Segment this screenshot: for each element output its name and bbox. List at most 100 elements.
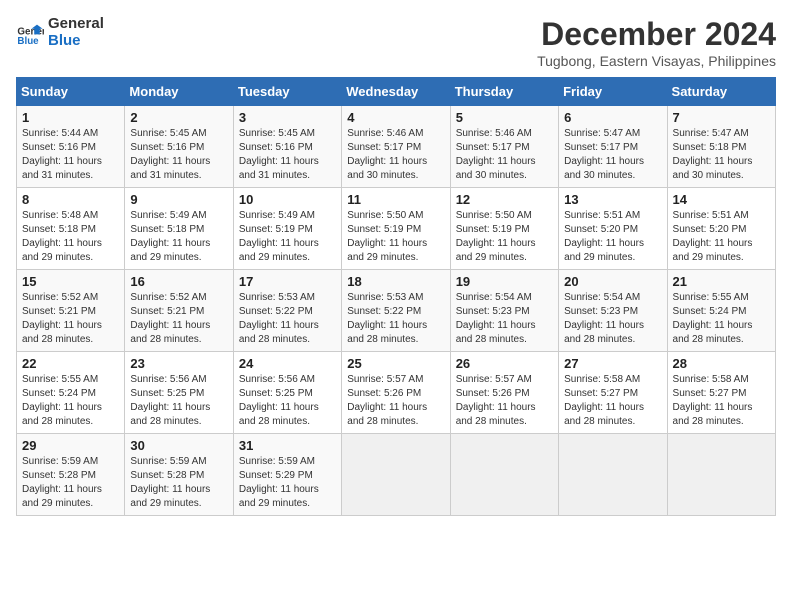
calendar-cell: 24 Sunrise: 5:56 AM Sunset: 5:25 PM Dayl… xyxy=(233,352,341,434)
title-block: December 2024 Tugbong, Eastern Visayas, … xyxy=(537,16,776,69)
day-info: Sunrise: 5:52 AM Sunset: 5:21 PM Dayligh… xyxy=(130,291,227,347)
day-number: 26 xyxy=(456,356,553,371)
calendar-cell: 19 Sunrise: 5:54 AM Sunset: 5:23 PM Dayl… xyxy=(450,270,558,352)
day-info: Sunrise: 5:50 AM Sunset: 5:19 PM Dayligh… xyxy=(456,209,553,265)
calendar-week-4: 22 Sunrise: 5:55 AM Sunset: 5:24 PM Dayl… xyxy=(17,352,776,434)
day-info: Sunrise: 5:52 AM Sunset: 5:21 PM Dayligh… xyxy=(22,291,119,347)
calendar-cell: 23 Sunrise: 5:56 AM Sunset: 5:25 PM Dayl… xyxy=(125,352,233,434)
day-info: Sunrise: 5:49 AM Sunset: 5:18 PM Dayligh… xyxy=(130,209,227,265)
day-number: 4 xyxy=(347,110,444,125)
calendar-week-1: 1 Sunrise: 5:44 AM Sunset: 5:16 PM Dayli… xyxy=(17,106,776,188)
day-info: Sunrise: 5:56 AM Sunset: 5:25 PM Dayligh… xyxy=(130,373,227,429)
calendar-cell: 4 Sunrise: 5:46 AM Sunset: 5:17 PM Dayli… xyxy=(342,106,450,188)
day-number: 22 xyxy=(22,356,119,371)
day-info: Sunrise: 5:56 AM Sunset: 5:25 PM Dayligh… xyxy=(239,373,336,429)
day-info: Sunrise: 5:50 AM Sunset: 5:19 PM Dayligh… xyxy=(347,209,444,265)
day-number: 10 xyxy=(239,192,336,207)
day-number: 30 xyxy=(130,438,227,453)
day-number: 29 xyxy=(22,438,119,453)
calendar-cell: 6 Sunrise: 5:47 AM Sunset: 5:17 PM Dayli… xyxy=(559,106,667,188)
calendar-cell: 22 Sunrise: 5:55 AM Sunset: 5:24 PM Dayl… xyxy=(17,352,125,434)
col-header-sunday: Sunday xyxy=(17,78,125,106)
calendar-cell: 28 Sunrise: 5:58 AM Sunset: 5:27 PM Dayl… xyxy=(667,352,775,434)
day-number: 20 xyxy=(564,274,661,289)
calendar-cell: 1 Sunrise: 5:44 AM Sunset: 5:16 PM Dayli… xyxy=(17,106,125,188)
calendar-cell: 31 Sunrise: 5:59 AM Sunset: 5:29 PM Dayl… xyxy=(233,434,341,516)
location-subtitle: Tugbong, Eastern Visayas, Philippines xyxy=(537,53,776,69)
day-number: 7 xyxy=(673,110,770,125)
day-info: Sunrise: 5:45 AM Sunset: 5:16 PM Dayligh… xyxy=(239,127,336,183)
day-info: Sunrise: 5:45 AM Sunset: 5:16 PM Dayligh… xyxy=(130,127,227,183)
day-info: Sunrise: 5:57 AM Sunset: 5:26 PM Dayligh… xyxy=(456,373,553,429)
calendar-cell: 13 Sunrise: 5:51 AM Sunset: 5:20 PM Dayl… xyxy=(559,188,667,270)
day-info: Sunrise: 5:53 AM Sunset: 5:22 PM Dayligh… xyxy=(239,291,336,347)
day-number: 25 xyxy=(347,356,444,371)
day-info: Sunrise: 5:54 AM Sunset: 5:23 PM Dayligh… xyxy=(456,291,553,347)
day-info: Sunrise: 5:54 AM Sunset: 5:23 PM Dayligh… xyxy=(564,291,661,347)
day-info: Sunrise: 5:48 AM Sunset: 5:18 PM Dayligh… xyxy=(22,209,119,265)
calendar-cell: 7 Sunrise: 5:47 AM Sunset: 5:18 PM Dayli… xyxy=(667,106,775,188)
svg-text:Blue: Blue xyxy=(17,36,39,47)
day-number: 16 xyxy=(130,274,227,289)
calendar-header-row: SundayMondayTuesdayWednesdayThursdayFrid… xyxy=(17,78,776,106)
day-info: Sunrise: 5:46 AM Sunset: 5:17 PM Dayligh… xyxy=(347,127,444,183)
calendar-cell: 15 Sunrise: 5:52 AM Sunset: 5:21 PM Dayl… xyxy=(17,270,125,352)
calendar-cell: 8 Sunrise: 5:48 AM Sunset: 5:18 PM Dayli… xyxy=(17,188,125,270)
calendar-cell: 29 Sunrise: 5:59 AM Sunset: 5:28 PM Dayl… xyxy=(17,434,125,516)
calendar-cell: 2 Sunrise: 5:45 AM Sunset: 5:16 PM Dayli… xyxy=(125,106,233,188)
day-info: Sunrise: 5:46 AM Sunset: 5:17 PM Dayligh… xyxy=(456,127,553,183)
calendar-cell: 30 Sunrise: 5:59 AM Sunset: 5:28 PM Dayl… xyxy=(125,434,233,516)
day-number: 8 xyxy=(22,192,119,207)
day-info: Sunrise: 5:47 AM Sunset: 5:17 PM Dayligh… xyxy=(564,127,661,183)
month-year-title: December 2024 xyxy=(537,16,776,53)
calendar-cell: 18 Sunrise: 5:53 AM Sunset: 5:22 PM Dayl… xyxy=(342,270,450,352)
col-header-wednesday: Wednesday xyxy=(342,78,450,106)
page-header: General Blue General Blue December 2024 … xyxy=(16,16,776,69)
day-info: Sunrise: 5:59 AM Sunset: 5:28 PM Dayligh… xyxy=(130,455,227,511)
day-info: Sunrise: 5:49 AM Sunset: 5:19 PM Dayligh… xyxy=(239,209,336,265)
day-info: Sunrise: 5:51 AM Sunset: 5:20 PM Dayligh… xyxy=(564,209,661,265)
day-number: 18 xyxy=(347,274,444,289)
day-info: Sunrise: 5:44 AM Sunset: 5:16 PM Dayligh… xyxy=(22,127,119,183)
day-number: 15 xyxy=(22,274,119,289)
calendar-cell: 11 Sunrise: 5:50 AM Sunset: 5:19 PM Dayl… xyxy=(342,188,450,270)
col-header-friday: Friday xyxy=(559,78,667,106)
logo: General Blue General Blue xyxy=(16,16,104,49)
day-number: 23 xyxy=(130,356,227,371)
day-number: 11 xyxy=(347,192,444,207)
day-number: 27 xyxy=(564,356,661,371)
calendar-week-5: 29 Sunrise: 5:59 AM Sunset: 5:28 PM Dayl… xyxy=(17,434,776,516)
logo-icon: General Blue xyxy=(16,19,44,47)
day-number: 3 xyxy=(239,110,336,125)
col-header-thursday: Thursday xyxy=(450,78,558,106)
day-number: 28 xyxy=(673,356,770,371)
day-info: Sunrise: 5:58 AM Sunset: 5:27 PM Dayligh… xyxy=(673,373,770,429)
calendar-cell: 21 Sunrise: 5:55 AM Sunset: 5:24 PM Dayl… xyxy=(667,270,775,352)
calendar-cell: 16 Sunrise: 5:52 AM Sunset: 5:21 PM Dayl… xyxy=(125,270,233,352)
day-info: Sunrise: 5:59 AM Sunset: 5:28 PM Dayligh… xyxy=(22,455,119,511)
calendar-cell: 5 Sunrise: 5:46 AM Sunset: 5:17 PM Dayli… xyxy=(450,106,558,188)
calendar-table: SundayMondayTuesdayWednesdayThursdayFrid… xyxy=(16,77,776,516)
day-number: 13 xyxy=(564,192,661,207)
calendar-cell: 26 Sunrise: 5:57 AM Sunset: 5:26 PM Dayl… xyxy=(450,352,558,434)
day-info: Sunrise: 5:57 AM Sunset: 5:26 PM Dayligh… xyxy=(347,373,444,429)
day-number: 17 xyxy=(239,274,336,289)
calendar-cell: 12 Sunrise: 5:50 AM Sunset: 5:19 PM Dayl… xyxy=(450,188,558,270)
col-header-tuesday: Tuesday xyxy=(233,78,341,106)
calendar-cell xyxy=(342,434,450,516)
calendar-cell: 9 Sunrise: 5:49 AM Sunset: 5:18 PM Dayli… xyxy=(125,188,233,270)
calendar-cell: 20 Sunrise: 5:54 AM Sunset: 5:23 PM Dayl… xyxy=(559,270,667,352)
col-header-monday: Monday xyxy=(125,78,233,106)
day-number: 6 xyxy=(564,110,661,125)
day-info: Sunrise: 5:55 AM Sunset: 5:24 PM Dayligh… xyxy=(22,373,119,429)
calendar-week-3: 15 Sunrise: 5:52 AM Sunset: 5:21 PM Dayl… xyxy=(17,270,776,352)
calendar-cell: 27 Sunrise: 5:58 AM Sunset: 5:27 PM Dayl… xyxy=(559,352,667,434)
day-info: Sunrise: 5:55 AM Sunset: 5:24 PM Dayligh… xyxy=(673,291,770,347)
day-info: Sunrise: 5:59 AM Sunset: 5:29 PM Dayligh… xyxy=(239,455,336,511)
calendar-cell: 3 Sunrise: 5:45 AM Sunset: 5:16 PM Dayli… xyxy=(233,106,341,188)
day-number: 19 xyxy=(456,274,553,289)
day-info: Sunrise: 5:58 AM Sunset: 5:27 PM Dayligh… xyxy=(564,373,661,429)
day-number: 21 xyxy=(673,274,770,289)
day-number: 2 xyxy=(130,110,227,125)
calendar-cell xyxy=(667,434,775,516)
